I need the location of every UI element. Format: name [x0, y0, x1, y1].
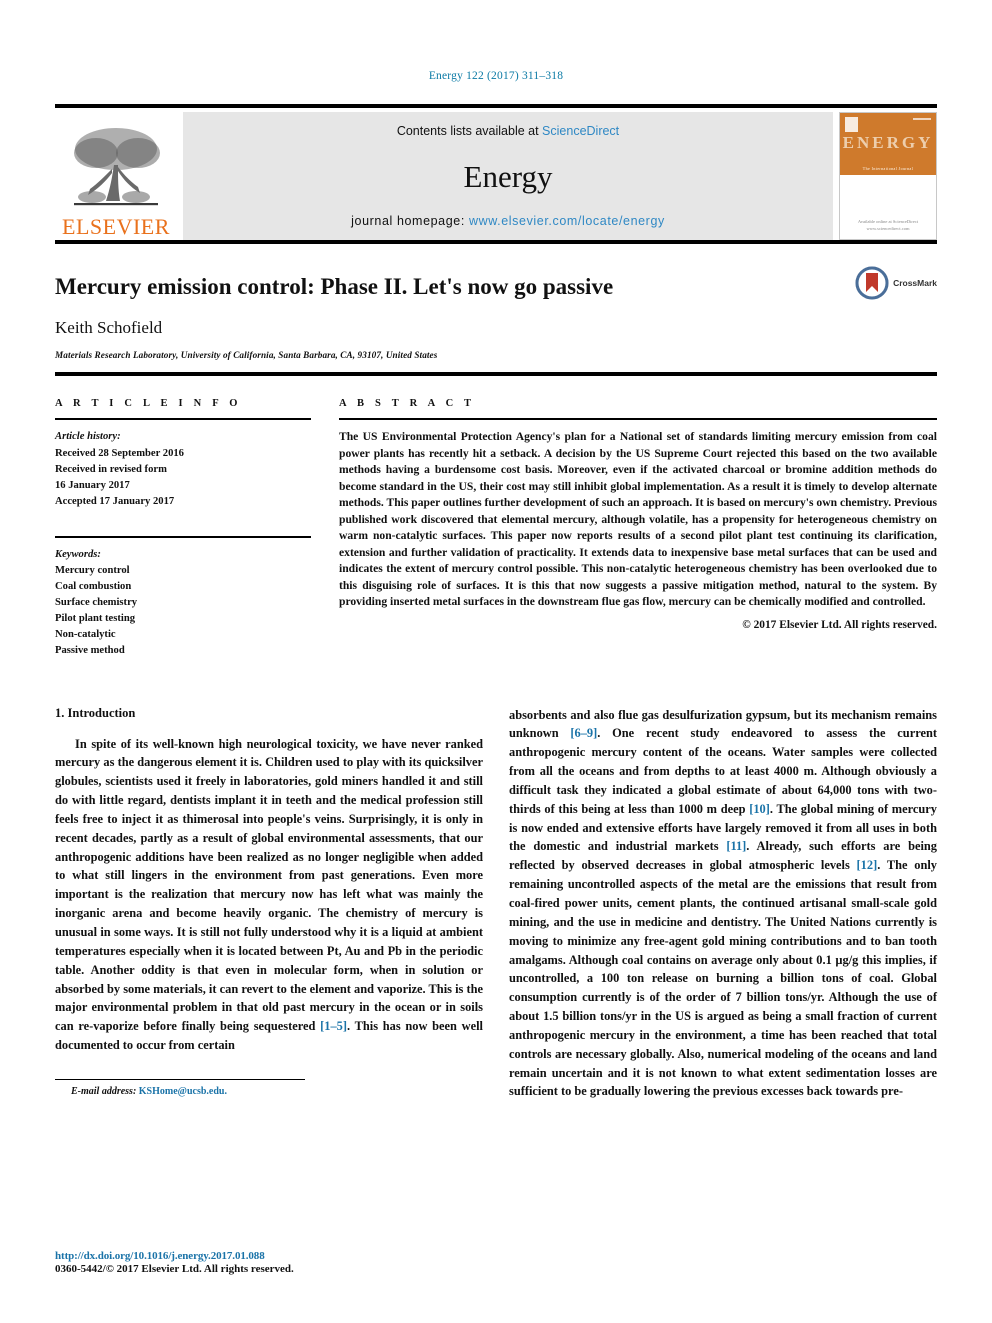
- running-head: Energy 122 (2017) 311–318: [428, 70, 564, 82]
- contents-available-line: Contents lists available at ScienceDirec…: [397, 124, 619, 138]
- cover-mini-logo-icon: [845, 117, 858, 132]
- article-info-column: A R T I C L E I N F O Article history: R…: [55, 398, 311, 659]
- journal-homepage-link[interactable]: www.elsevier.com/locate/energy: [469, 214, 665, 228]
- keyword-item: Passive method: [55, 645, 125, 657]
- paragraph-text: . The only remaining uncontrolled aspect…: [509, 858, 937, 1099]
- journal-homepage-line: journal homepage: www.elsevier.com/locat…: [351, 214, 665, 228]
- abstract-column: A B S T R A C T The US Environmental Pro…: [339, 398, 937, 659]
- keyword-item: Pilot plant testing: [55, 613, 136, 625]
- cover-issue-line: [913, 118, 931, 120]
- cover-top-band: ENERGY The International Journal: [840, 113, 936, 175]
- history-item: 16 January 2017: [55, 479, 130, 491]
- elsevier-tree-icon: [74, 128, 160, 206]
- crossmark-label: CrossMark: [893, 278, 937, 288]
- contents-prefix: Contents lists available at: [396, 124, 543, 138]
- history-item: Received in revised form: [55, 463, 167, 475]
- cover-journal-word: ENERGY: [842, 133, 934, 152]
- title-block: Mercury emission control: Phase II. Let'…: [55, 244, 937, 360]
- footnote-block: E-mail address: KSHome@ucsb.edu.: [55, 1078, 305, 1097]
- article-info-rule: [55, 418, 311, 421]
- cover-publisher-note: Available online at ScienceDirect www.sc…: [857, 218, 919, 231]
- footnote-label: E-mail address:: [71, 1085, 137, 1097]
- keywords-heading: Keywords:: [55, 548, 101, 560]
- body-column-right: absorbents and also flue gas desulfuriza…: [509, 706, 937, 1102]
- keyword-item: Non-catalytic: [55, 629, 116, 641]
- paragraph-text: In spite of its well-known high neurolog…: [55, 736, 483, 1034]
- keywords-group: Keywords: Mercury control Coal combustio…: [55, 547, 311, 660]
- citation-ref[interactable]: [11]: [726, 839, 746, 853]
- homepage-prefix: journal homepage:: [351, 214, 469, 228]
- paragraph-intro-right: absorbents and also flue gas desulfuriza…: [509, 706, 937, 1102]
- cover-subtitle: The International Journal: [862, 166, 914, 171]
- sciencedirect-link[interactable]: ScienceDirect: [542, 124, 619, 138]
- history-item: Received 28 September 2016: [55, 447, 184, 459]
- journal-article-page: Energy 122 (2017) 311–318 ELSEVIER Conte…: [0, 0, 992, 1323]
- article-history-group: Article history: Received 28 September 2…: [55, 429, 311, 509]
- journal-masthead: ELSEVIER Contents lists available at Sci…: [55, 104, 937, 240]
- citation-ref[interactable]: [1–5]: [320, 1019, 347, 1033]
- info-abstract-section: A R T I C L E I N F O Article history: R…: [55, 376, 937, 659]
- page-title: Mercury emission control: Phase II. Let'…: [55, 274, 614, 299]
- citation-ref[interactable]: [6–9]: [570, 726, 597, 740]
- citation-ref[interactable]: [12]: [857, 858, 878, 872]
- keywords-rule: [55, 535, 311, 538]
- abstract-text: The US Environmental Protection Agency's…: [339, 430, 937, 608]
- abstract-copyright: © 2017 Elsevier Ltd. All rights reserved…: [742, 619, 937, 632]
- article-body: 1. Introduction In spite of its well-kno…: [55, 706, 937, 1102]
- abstract-label: A B S T R A C T: [339, 398, 476, 410]
- doi-link[interactable]: http://dx.doi.org/10.1016/j.energy.2017.…: [55, 1250, 294, 1262]
- section-heading-introduction: 1. Introduction: [55, 705, 136, 720]
- body-column-left: 1. Introduction In spite of its well-kno…: [55, 706, 483, 1102]
- journal-cover-thumbnail: ENERGY The International Journal Availab…: [839, 112, 937, 240]
- keyword-item: Coal combustion: [55, 581, 132, 593]
- article-history-heading: Article history:: [55, 431, 121, 443]
- abstract-rule: [339, 418, 937, 421]
- keyword-item: Surface chemistry: [55, 597, 138, 609]
- elsevier-wordmark: ELSEVIER: [62, 214, 170, 239]
- history-item: Accepted 17 January 2017: [55, 495, 175, 507]
- cover-bottom-area: Available online at ScienceDirect www.sc…: [840, 175, 936, 239]
- citation-ref[interactable]: [10]: [749, 802, 770, 816]
- issn-copyright: 0360-5442/© 2017 Elsevier Ltd. All right…: [55, 1263, 294, 1275]
- article-info-label: A R T I C L E I N F O: [55, 398, 242, 410]
- page-footer: http://dx.doi.org/10.1016/j.energy.2017.…: [55, 1250, 294, 1275]
- journal-title: Energy: [463, 158, 553, 194]
- author-name: Keith Schofield: [55, 318, 163, 338]
- elsevier-logo: ELSEVIER: [55, 112, 177, 240]
- author-affiliation: Materials Research Laboratory, Universit…: [55, 350, 438, 361]
- keyword-item: Mercury control: [55, 565, 130, 576]
- masthead-center-panel: Contents lists available at ScienceDirec…: [183, 112, 833, 240]
- footnote-email-line: E-mail address: KSHome@ucsb.edu.: [55, 1086, 305, 1097]
- email-link[interactable]: KSHome@ucsb.edu.: [139, 1086, 227, 1097]
- crossmark-icon: [855, 266, 889, 300]
- paragraph-intro-left: In spite of its well-known high neurolog…: [55, 735, 483, 1055]
- crossmark-badge[interactable]: CrossMark: [855, 266, 937, 300]
